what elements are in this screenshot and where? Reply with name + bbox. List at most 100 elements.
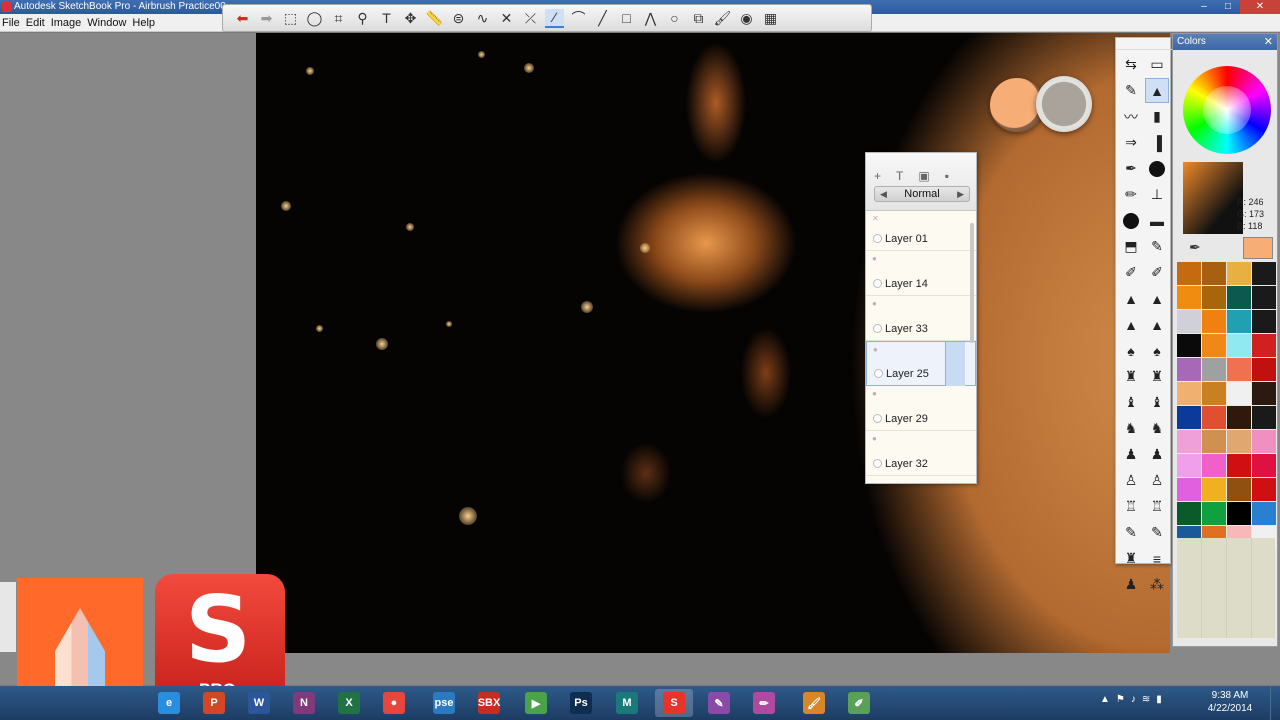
fan-brush-icon[interactable]: ♟ <box>1119 572 1143 597</box>
system-clock[interactable]: 9:38 AM 4/22/2014 <box>1200 689 1260 715</box>
hatch-brush-icon[interactable]: ≡ <box>1145 546 1169 571</box>
symmetry-x-icon[interactable]: ⤫ <box>521 9 540 28</box>
speckle-brush-icon[interactable]: ⁂ <box>1145 572 1169 597</box>
zoom-icon[interactable]: ⚲ <box>353 9 372 28</box>
layer-radio[interactable] <box>873 279 882 288</box>
layer-radio[interactable] <box>873 324 882 333</box>
text-icon[interactable]: T <box>377 9 396 28</box>
color-swatch[interactable] <box>1252 454 1276 477</box>
color-swatch[interactable] <box>1202 502 1226 525</box>
custom-swatches-area[interactable] <box>1177 538 1275 638</box>
layer-radio[interactable] <box>873 234 882 243</box>
color-swatch[interactable] <box>1202 310 1226 333</box>
blender-brush-icon[interactable]: ♠ <box>1145 338 1169 363</box>
rake-brush-icon[interactable]: ♞ <box>1145 416 1169 441</box>
color-swatch[interactable] <box>1227 334 1251 357</box>
word-icon[interactable]: W <box>240 689 278 717</box>
color-swatch[interactable] <box>1252 382 1276 405</box>
menu-window[interactable]: Window <box>87 17 132 29</box>
paint-brush-icon[interactable]: ✎ <box>1145 234 1169 259</box>
color-swatch[interactable] <box>1177 334 1201 357</box>
saturation-value-picker[interactable] <box>1183 162 1243 234</box>
visibility-icon[interactable]: ● <box>872 434 877 443</box>
sketchbook-copic-icon[interactable]: ✎ <box>700 689 738 717</box>
layer-scrollbar[interactable] <box>970 223 974 343</box>
color-swatch[interactable] <box>1227 454 1251 477</box>
line-icon[interactable]: ╱ <box>593 9 612 28</box>
arrow-brush-icon[interactable]: ⇒ <box>1119 130 1143 155</box>
color-swatch[interactable] <box>1252 358 1276 381</box>
layer-opacity-slider[interactable] <box>945 342 965 386</box>
add-layer-icon[interactable]: + <box>874 169 881 183</box>
symmetry-icon[interactable]: ✕ <box>497 9 516 28</box>
layer-radio[interactable] <box>873 459 882 468</box>
windows-media-icon[interactable]: ▶ <box>517 689 555 717</box>
swatch-grid-icon[interactable]: ▦ <box>761 9 780 28</box>
redo-icon[interactable]: ➡ <box>257 9 276 28</box>
hard-eraser-icon[interactable]: ♟ <box>1145 442 1169 467</box>
airbrush-brush-icon[interactable]: ▲ <box>1145 78 1169 103</box>
network-icon[interactable]: ⚑ <box>1116 694 1125 705</box>
splatter-brush-icon[interactable]: ♙ <box>1119 468 1143 493</box>
color-swatch[interactable] <box>1252 334 1276 357</box>
liner-brush-icon[interactable]: ♜ <box>1119 546 1143 571</box>
eraser-brush-icon[interactable]: ▬ <box>1145 208 1169 233</box>
layer-menu-icon[interactable]: ▪ <box>945 169 949 183</box>
flat-brush-icon[interactable]: ▲ <box>1145 286 1169 311</box>
wet-brush-icon[interactable]: ♠ <box>1119 338 1143 363</box>
onenote-icon[interactable]: N <box>285 689 323 717</box>
sketchbook-express-icon[interactable]: SBX <box>470 689 508 717</box>
color-swatch[interactable] <box>1177 382 1201 405</box>
color-swatch[interactable] <box>1177 478 1201 501</box>
color-swatch[interactable] <box>1202 430 1226 453</box>
blend-mode-selector[interactable]: ◀ Normal ▶ <box>874 186 970 202</box>
autodesk-maya-icon[interactable]: M <box>608 689 646 717</box>
color-swatch[interactable] <box>1177 310 1201 333</box>
felt-pen-icon[interactable]: ✐ <box>1119 260 1143 285</box>
color-swatch[interactable] <box>1227 502 1251 525</box>
current-color-swatch[interactable] <box>1243 237 1273 259</box>
color-wheel-icon[interactable]: ◉ <box>737 9 756 28</box>
lasso-icon[interactable]: ◯ <box>305 9 324 28</box>
brush-pen-icon[interactable]: ✐ <box>1145 260 1169 285</box>
color-swatch[interactable] <box>1202 286 1226 309</box>
layer-item[interactable]: ● Layer 33 <box>866 296 976 341</box>
paint-icon[interactable]: 🖌 <box>795 689 833 717</box>
color-swatch[interactable] <box>1252 478 1276 501</box>
battery-icon[interactable]: ▮ <box>1156 694 1162 705</box>
ellipse-guide-icon[interactable]: ⊜ <box>449 9 468 28</box>
layer-item[interactable]: ✕ Layer 01 <box>866 211 976 251</box>
blend-next-icon[interactable]: ▶ <box>957 187 964 201</box>
pse-icon[interactable]: pse <box>425 689 463 717</box>
highlighter-icon[interactable]: ▲ <box>1119 312 1143 337</box>
color-swatch[interactable] <box>1202 358 1226 381</box>
layer-item[interactable]: ● Layer 29 <box>866 386 976 431</box>
color-swatch[interactable] <box>1177 454 1201 477</box>
minimize-button[interactable]: – <box>1192 0 1216 14</box>
color-swatch[interactable] <box>1252 430 1276 453</box>
color-swatch[interactable] <box>1202 334 1226 357</box>
add-text-layer-icon[interactable]: T <box>896 169 903 183</box>
show-hidden-icons-icon[interactable]: ▲ <box>1100 694 1110 705</box>
color-swatch[interactable] <box>1177 358 1201 381</box>
color-swatch[interactable] <box>1227 286 1251 309</box>
color-swatch[interactable] <box>1252 406 1276 429</box>
chalk-brush-icon[interactable]: ▲ <box>1145 312 1169 337</box>
add-image-layer-icon[interactable]: ▣ <box>918 169 929 183</box>
french-curve-icon[interactable]: ∿ <box>473 9 492 28</box>
color-swatch[interactable] <box>1227 478 1251 501</box>
color-swatch[interactable] <box>1177 286 1201 309</box>
color-swatch[interactable] <box>1202 454 1226 477</box>
visibility-icon[interactable]: ✕ <box>872 214 879 223</box>
powerpoint-icon[interactable]: P <box>195 689 233 717</box>
sketchbook-pro-icon[interactable]: S <box>655 689 693 717</box>
rectangle-icon[interactable]: □ <box>617 9 636 28</box>
menu-file[interactable]: File <box>2 17 26 29</box>
menu-edit[interactable]: Edit <box>26 17 51 29</box>
rect-select-icon[interactable]: ⬚ <box>281 9 300 28</box>
color-swatch[interactable] <box>1177 430 1201 453</box>
color-swatch[interactable] <box>1227 382 1251 405</box>
color-wheel[interactable] <box>1183 66 1271 154</box>
chrome-icon[interactable]: ● <box>375 689 413 717</box>
graphite-2-icon[interactable]: ✎ <box>1145 520 1169 545</box>
